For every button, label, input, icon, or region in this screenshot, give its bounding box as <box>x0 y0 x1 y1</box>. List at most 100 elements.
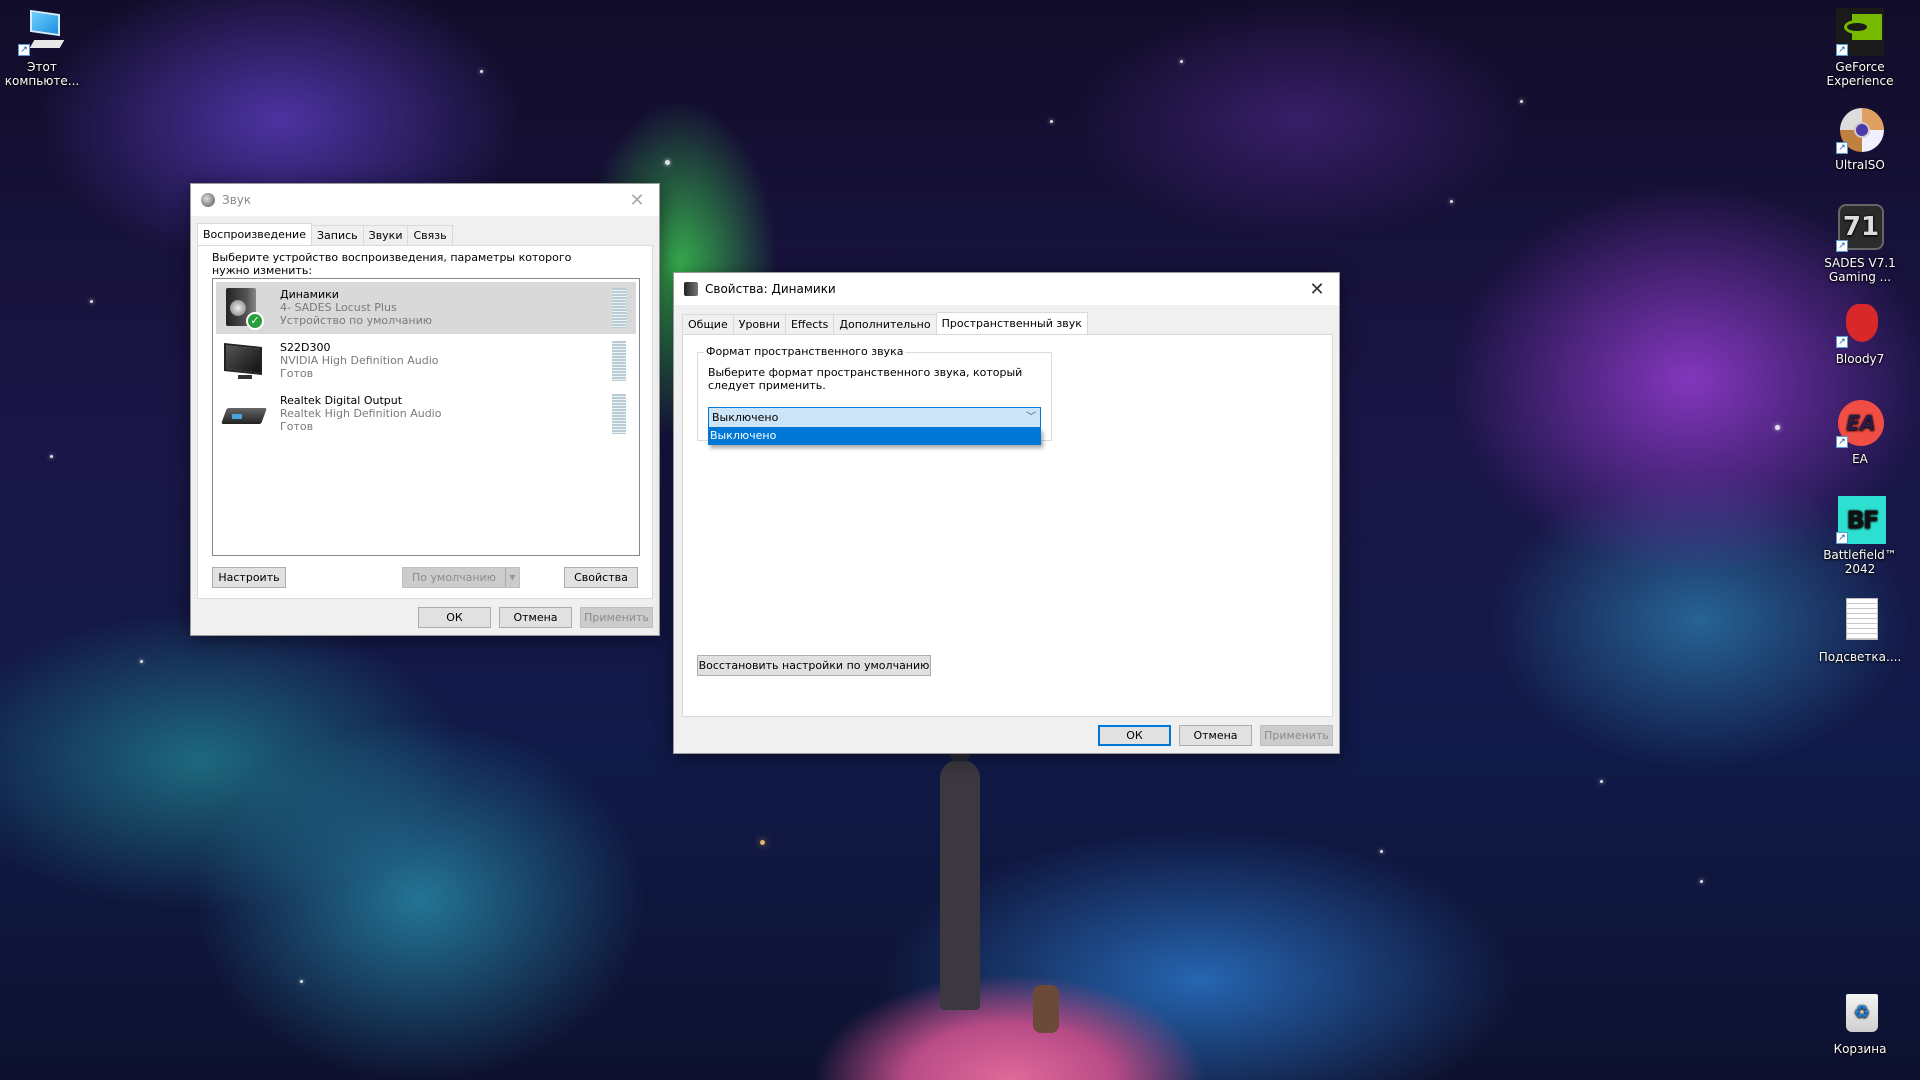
instruction-text: Выберите устройство воспроизведения, пар… <box>212 251 572 277</box>
device-name: Динамики <box>280 288 339 301</box>
star <box>1450 200 1453 203</box>
geforce-experience-icon: ↗ <box>1836 8 1884 56</box>
properties-tabs: Общие Уровни Effects Дополнительно Прост… <box>682 312 1088 334</box>
shortcut-arrow-icon: ↗ <box>1836 142 1848 154</box>
device-driver: 4- SADES Locust Plus <box>280 301 397 314</box>
configure-button[interactable]: Настроить <box>212 567 286 588</box>
tab-spatial-sound[interactable]: Пространственный звук <box>935 312 1088 334</box>
star <box>50 455 53 458</box>
group-title: Формат пространственного звука <box>704 345 906 358</box>
desktop-icon-label: UltraISO <box>1835 158 1885 172</box>
tab-sounds[interactable]: Звуки <box>362 225 409 245</box>
level-meter <box>612 341 626 381</box>
set-default-button: По умолчанию ▼ <box>402 567 520 588</box>
spatial-sound-panel: Формат пространственного звука Выберите … <box>682 334 1333 717</box>
restore-defaults-button[interactable]: Восстановить настройки по умолчанию <box>697 655 931 676</box>
desktop-icon-sades[interactable]: 71 ↗ SADES V7.1 Gaming ... <box>1818 204 1902 284</box>
default-check-icon: ✓ <box>246 312 264 330</box>
tab-advanced[interactable]: Дополнительно <box>833 314 937 334</box>
shortcut-arrow-icon: ↗ <box>1836 44 1848 56</box>
tab-levels[interactable]: Уровни <box>732 314 786 334</box>
desktop-icon-bloody7[interactable]: ↗ Bloody7 <box>1818 300 1902 366</box>
star <box>1775 425 1780 430</box>
digital-output-icon <box>221 394 267 434</box>
close-button[interactable]: ✕ <box>615 184 659 216</box>
shortcut-arrow-icon: ↗ <box>1836 240 1848 252</box>
level-meter <box>612 394 626 434</box>
device-name: S22D300 <box>280 341 331 354</box>
window-title: Свойства: Динамики <box>705 282 836 296</box>
window-title: Звук <box>222 193 252 207</box>
tab-communications[interactable]: Связь <box>407 225 453 245</box>
ultraiso-icon: ↗ <box>1836 106 1884 154</box>
desktop-icon-label: Подсветка.... <box>1818 650 1902 664</box>
device-status: Устройство по умолчанию <box>280 314 433 327</box>
this-pc-icon: ↗ <box>18 8 66 56</box>
level-meter <box>612 288 626 328</box>
desktop-icon-battlefield[interactable]: BF ↗ Battlefield™ 2042 <box>1818 496 1902 576</box>
dropdown-option[interactable]: Выключено <box>708 428 1041 445</box>
desktop-icon-label: SADES V7.1 Gaming ... <box>1824 256 1896 284</box>
device-status: Готов <box>280 367 314 380</box>
tab-effects[interactable]: Effects <box>784 314 835 334</box>
star <box>300 980 303 983</box>
star <box>1050 120 1053 123</box>
device-driver: NVIDIA High Definition Audio <box>280 354 439 367</box>
desktop-icon-text-file[interactable]: Подсветка.... <box>1818 598 1902 664</box>
star <box>665 160 670 165</box>
apply-button: Применить <box>580 607 653 628</box>
desktop-icon-label: GeForce Experience <box>1826 60 1894 88</box>
properties-button[interactable]: Свойства <box>564 567 638 588</box>
tab-playback[interactable]: Воспроизведение <box>197 223 312 245</box>
select-value: Выключено <box>712 411 779 424</box>
device-item[interactable]: S22D300 NVIDIA High Definition Audio Гот… <box>216 335 636 387</box>
star <box>1700 880 1703 883</box>
tab-general[interactable]: Общие <box>682 314 734 334</box>
desktop-icon-recycle-bin[interactable]: ♻ Корзина <box>1818 990 1902 1056</box>
shortcut-arrow-icon: ↗ <box>1836 436 1848 448</box>
device-driver: Realtek High Definition Audio <box>280 407 442 420</box>
set-default-label: По умолчанию <box>412 571 496 584</box>
chevron-down-icon: ▼ <box>505 568 519 587</box>
star <box>1600 780 1603 783</box>
spatial-format-group: Формат пространственного звука Выберите … <box>697 345 1052 445</box>
group-description: Выберите формат пространственного звука,… <box>708 366 1023 392</box>
desktop-icon-label: Корзина <box>1833 1042 1887 1056</box>
bloody7-icon: ↗ <box>1836 300 1884 348</box>
playback-panel: Выберите устройство воспроизведения, пар… <box>197 245 653 599</box>
speaker-icon: ✓ <box>222 288 264 330</box>
close-button[interactable]: ✕ <box>1295 273 1339 305</box>
device-item[interactable]: Realtek Digital Output Realtek High Defi… <box>216 388 636 440</box>
properties-dialog-titlebar[interactable]: Свойства: Динамики ✕ <box>674 273 1339 305</box>
desktop-icon-geforce-experience[interactable]: ↗ GeForce Experience <box>1818 8 1902 88</box>
shortcut-arrow-icon: ↗ <box>1836 336 1848 348</box>
device-name: Realtek Digital Output <box>280 394 403 407</box>
tab-recording[interactable]: Запись <box>310 225 364 245</box>
star <box>1520 100 1523 103</box>
desktop-icon-this-pc[interactable]: ↗ Этот компьюте... <box>0 8 84 88</box>
desktop-icon-label: EA <box>1852 452 1868 466</box>
speaker-icon <box>684 282 698 296</box>
battlefield-icon: BF ↗ <box>1836 496 1886 544</box>
device-item[interactable]: ✓ Динамики 4- SADES Locust Plus Устройст… <box>216 282 636 334</box>
ok-button[interactable]: ОК <box>1098 725 1171 746</box>
chevron-down-icon: ﹀ <box>1026 412 1036 423</box>
desktop-icon-ea[interactable]: EA ↗ EA <box>1818 400 1902 466</box>
cancel-button[interactable]: Отмена <box>499 607 572 628</box>
sound-icon <box>201 193 215 207</box>
sound-dialog-titlebar[interactable]: Звук ✕ <box>191 184 659 216</box>
speaker-properties-dialog: Свойства: Динамики ✕ Общие Уровни Effect… <box>673 272 1340 754</box>
device-status: Готов <box>280 420 314 433</box>
device-list[interactable]: ✓ Динамики 4- SADES Locust Plus Устройст… <box>212 278 640 556</box>
ok-button[interactable]: ОК <box>418 607 491 628</box>
wallpaper-dog <box>1033 985 1059 1033</box>
star <box>480 70 483 73</box>
spatial-format-select[interactable]: Выключено ﹀ <box>708 407 1041 428</box>
cancel-button[interactable]: Отмена <box>1179 725 1252 746</box>
desktop-icon-label: Этот компьюте... <box>4 60 80 88</box>
shortcut-arrow-icon: ↗ <box>1836 532 1848 544</box>
star <box>1380 850 1383 853</box>
sound-dialog: Звук ✕ Воспроизведение Запись Звуки Связ… <box>190 183 660 636</box>
star <box>1180 60 1183 63</box>
desktop-icon-ultraiso[interactable]: ↗ UltraISO <box>1818 106 1902 172</box>
